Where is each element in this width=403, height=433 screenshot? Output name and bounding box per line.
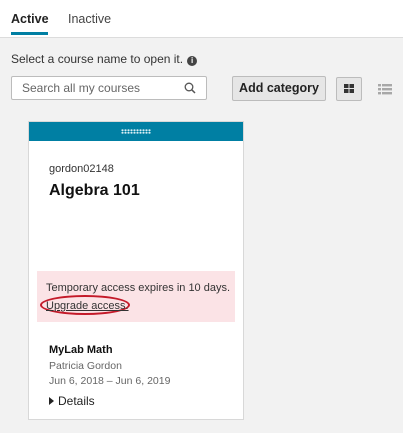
details-label: Details bbox=[58, 394, 95, 408]
grid-view-icon bbox=[344, 84, 354, 93]
drag-dots-icon bbox=[121, 129, 151, 134]
course-dates: Jun 6, 2018 – Jun 6, 2019 bbox=[49, 375, 171, 387]
details-toggle[interactable]: Details bbox=[49, 394, 95, 408]
course-code: gordon02148 bbox=[49, 163, 114, 175]
instruction-text: Select a course name to open it. i bbox=[11, 52, 198, 66]
list-view-icon bbox=[378, 84, 392, 95]
tab-inactive[interactable]: Inactive bbox=[68, 12, 111, 26]
list-view-button[interactable] bbox=[372, 77, 398, 101]
tab-active[interactable]: Active bbox=[11, 12, 49, 26]
access-warning-text: Temporary access expires in 10 days. bbox=[46, 282, 231, 294]
search-box bbox=[11, 76, 207, 100]
drag-handle[interactable] bbox=[29, 122, 243, 141]
caret-right-icon bbox=[49, 397, 54, 405]
product-name: MyLab Math bbox=[49, 344, 113, 356]
search-input[interactable] bbox=[12, 77, 192, 99]
grid-view-button[interactable] bbox=[336, 77, 362, 101]
course-title-link[interactable]: Algebra 101 bbox=[49, 182, 140, 200]
add-category-button[interactable]: Add category bbox=[232, 76, 326, 101]
tab-bar: Active Inactive bbox=[0, 0, 403, 38]
access-warning: Temporary access expires in 10 days. Upg… bbox=[37, 271, 235, 322]
tab-divider bbox=[0, 37, 403, 38]
search-icon[interactable] bbox=[184, 82, 196, 94]
info-icon[interactable]: i bbox=[187, 56, 198, 66]
active-tab-indicator bbox=[11, 32, 48, 35]
course-card: gordon02148 Algebra 101 Temporary access… bbox=[28, 121, 244, 420]
upgrade-access-link[interactable]: Upgrade access. bbox=[46, 300, 129, 312]
instructor-name: Patricia Gordon bbox=[49, 360, 122, 372]
instruction-label: Select a course name to open it. bbox=[11, 52, 184, 66]
